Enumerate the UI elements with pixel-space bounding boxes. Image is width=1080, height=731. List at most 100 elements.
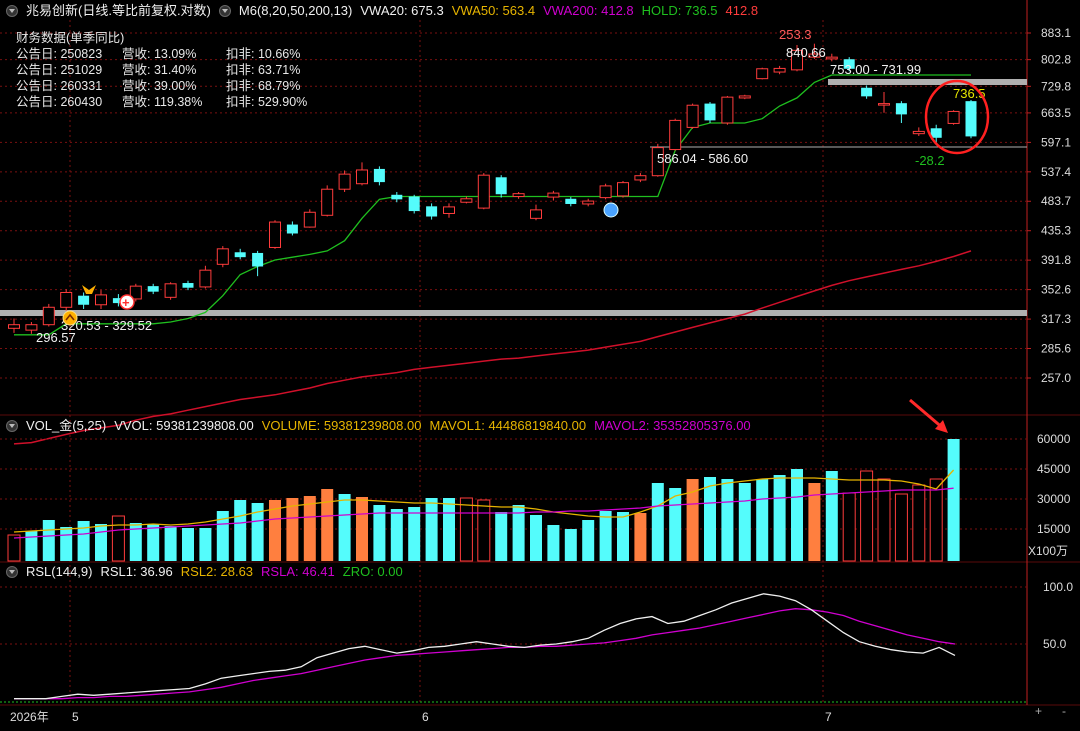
rsla-line bbox=[14, 608, 956, 700]
candle-body bbox=[965, 101, 977, 137]
volume-header: VOL_金(5,25) VVOL: 59381239808.00 VOLUME:… bbox=[0, 416, 751, 436]
volume-bar bbox=[182, 528, 194, 561]
finance-row: 公告日: 260331 营收: 39.00% 扣非: 68.79% bbox=[16, 79, 301, 93]
candle-body bbox=[686, 104, 699, 128]
candle-body bbox=[878, 103, 890, 106]
candle-body bbox=[547, 192, 560, 198]
volume-bar bbox=[459, 497, 473, 562]
candle-body bbox=[303, 211, 316, 228]
candle-body bbox=[512, 193, 525, 197]
volume-bar bbox=[408, 507, 421, 561]
candle-body bbox=[930, 128, 942, 138]
volume-bar bbox=[547, 525, 560, 561]
price-header: 兆易创新(日线.等比前复权.对数) M6(8,20,50,200,13) VWA… bbox=[0, 1, 758, 21]
candle-body bbox=[95, 294, 107, 306]
zoom-in-button[interactable]: + bbox=[1035, 704, 1042, 718]
candle-body bbox=[443, 206, 455, 214]
volume-bar bbox=[564, 529, 577, 561]
range-top-annotation: 753.00 - 731.99 bbox=[830, 62, 921, 77]
candle-body bbox=[895, 103, 907, 115]
high-annotation: 253.3 bbox=[779, 27, 812, 42]
month-label: 5 bbox=[72, 710, 79, 724]
volume-bar bbox=[147, 524, 160, 561]
support-zone-bar bbox=[0, 310, 1027, 316]
collapse-icon[interactable] bbox=[6, 566, 18, 578]
candle-body bbox=[408, 196, 420, 212]
candle-body bbox=[599, 185, 612, 199]
volume-bar bbox=[425, 498, 438, 561]
hold2-label: 412.8 bbox=[725, 3, 759, 18]
candle-body bbox=[60, 291, 73, 308]
volume-tick-label: 45000 bbox=[1037, 462, 1071, 476]
candle-body bbox=[199, 269, 212, 288]
m6-label: M6(8,20,50,200,13) bbox=[238, 3, 353, 18]
candle-body bbox=[78, 295, 90, 305]
candle-body bbox=[182, 283, 194, 288]
candle-body bbox=[391, 194, 403, 200]
collapse-icon[interactable] bbox=[218, 5, 231, 17]
month-label: 6 bbox=[422, 710, 429, 724]
volume-bar bbox=[199, 528, 212, 561]
candle-body bbox=[704, 103, 716, 121]
candle-body bbox=[373, 168, 385, 183]
finance-row: 公告日: 251029 营收: 31.40% 扣非: 63.71% bbox=[16, 63, 301, 77]
candle-body bbox=[738, 95, 751, 99]
volume-bar bbox=[477, 499, 491, 562]
candle-body bbox=[530, 209, 542, 219]
price-tick-label: 483.7 bbox=[1041, 194, 1071, 208]
volume-bar bbox=[929, 478, 943, 562]
volume-bar bbox=[443, 498, 455, 561]
mavol2-label: MAVOL2: 35352805376.00 bbox=[594, 418, 751, 433]
volume-bar bbox=[582, 520, 595, 561]
volume-bar bbox=[894, 493, 908, 562]
candle-body bbox=[321, 188, 334, 216]
high-price-annotation: 840.66 bbox=[786, 45, 826, 60]
volume-bar bbox=[686, 479, 699, 561]
price-tick-label: 729.8 bbox=[1041, 79, 1071, 93]
rsl-name: RSL(144,9) bbox=[26, 564, 93, 579]
vol-name: VOL_金(5,25) bbox=[26, 418, 107, 433]
rsl1-label: RSL1: 36.96 bbox=[100, 564, 173, 579]
volume-bar bbox=[825, 471, 838, 561]
candle-body bbox=[565, 198, 577, 204]
candle-body bbox=[861, 87, 873, 97]
volume-tick-label: 60000 bbox=[1037, 432, 1071, 446]
candle-body bbox=[669, 119, 682, 151]
candle-body bbox=[495, 177, 507, 195]
month-label: 7 bbox=[825, 710, 832, 724]
price-tick-label: 883.1 bbox=[1041, 26, 1071, 40]
volume-bar bbox=[495, 512, 508, 561]
volume-bar bbox=[286, 498, 299, 561]
volume-bar bbox=[634, 513, 647, 561]
candle-body bbox=[947, 110, 960, 124]
volume-bar bbox=[338, 494, 351, 561]
collapse-icon[interactable] bbox=[6, 5, 18, 17]
candle-body bbox=[8, 324, 20, 329]
candle-body bbox=[42, 306, 55, 326]
volume-bar bbox=[42, 520, 55, 561]
zoom-out-button[interactable]: - bbox=[1062, 704, 1066, 718]
vwa20-label: VWA20: 675.3 bbox=[360, 3, 444, 18]
volume-bar bbox=[356, 497, 368, 561]
volume-bar bbox=[390, 509, 403, 561]
volume-bar bbox=[95, 524, 107, 561]
mavol1-label: MAVOL1: 44486819840.00 bbox=[429, 418, 587, 433]
volume-bar bbox=[756, 479, 769, 561]
vvol-label: VVOL: 59381239808.00 bbox=[114, 418, 254, 433]
volume-bar bbox=[791, 469, 803, 561]
volume-bar bbox=[947, 439, 960, 561]
collapse-icon[interactable] bbox=[6, 420, 18, 432]
volume-bar bbox=[164, 526, 177, 561]
volume-bar bbox=[651, 483, 664, 561]
volume-unit-label: X100万 bbox=[1028, 544, 1068, 558]
volume-bar bbox=[738, 483, 751, 561]
volume-bar bbox=[617, 512, 629, 561]
volume-bar bbox=[704, 477, 716, 561]
finance-row: 公告日: 260430 营收: 119.38% 扣非: 529.90% bbox=[16, 95, 308, 109]
price-tick-label: 391.8 bbox=[1041, 253, 1071, 267]
up-marker-icon bbox=[62, 310, 78, 326]
volume-bar bbox=[860, 470, 874, 562]
volume-bar bbox=[842, 492, 856, 562]
price-tick-label: 257.0 bbox=[1041, 371, 1071, 385]
candle-body bbox=[825, 56, 838, 60]
